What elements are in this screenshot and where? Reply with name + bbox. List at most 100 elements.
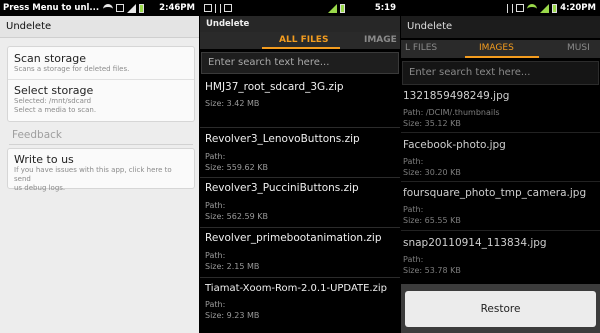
status-icons — [507, 0, 557, 16]
file-path: Path: — [403, 205, 424, 214]
battery-icon — [139, 3, 144, 13]
app-title-bar: Undelete — [200, 16, 400, 32]
file-name: Tiamat-Xoom-Rom-2.0.1-UPDATE.zip — [205, 283, 387, 294]
write-to-us-desc-2: us debug logs. — [14, 184, 66, 192]
file-size: Size: 35.12 KB — [403, 119, 461, 128]
file-path: Path: — [205, 251, 226, 260]
status-bar: 4:20PM — [401, 0, 600, 16]
divider — [200, 127, 400, 128]
file-size: Size: 3.42 MB — [205, 99, 260, 108]
file-name: snap20110914_113834.jpg — [403, 237, 547, 249]
write-to-us-title: Write to us — [14, 153, 74, 166]
select-storage-subtitle: Select a media to scan. — [14, 106, 97, 114]
file-name: foursquare_photo_tmp_camera.jpg — [403, 187, 587, 199]
tab-bar: ALL FILES IMAGE — [200, 32, 400, 49]
divider — [9, 144, 193, 145]
search-input[interactable]: Enter search text here... — [201, 52, 399, 74]
download-icon — [224, 4, 232, 12]
scan-storage-item[interactable]: Scan storage Scans a storage for deleted… — [14, 52, 190, 74]
divider — [401, 181, 600, 182]
divider — [401, 132, 600, 133]
file-size: Size: 30.20 KB — [403, 168, 461, 177]
write-to-us-item[interactable]: Write to us If you have issues with this… — [14, 153, 190, 193]
tab-all-files[interactable]: ALL FILES — [279, 35, 328, 45]
wifi-icon — [103, 4, 113, 12]
status-icons-left — [204, 0, 232, 16]
app-title: Undelete — [6, 21, 52, 32]
file-name: Revolver_primebootanimation.zip — [205, 232, 382, 244]
sdcard-icon — [116, 4, 124, 12]
clock: 4:20PM — [560, 3, 596, 13]
storage-card: Scan storage Scans a storage for deleted… — [7, 46, 195, 122]
list-item[interactable]: Tiamat-Xoom-Rom-2.0.1-UPDATE.zip Path: S… — [205, 283, 400, 321]
file-path: Path: — [403, 255, 424, 264]
restore-button[interactable]: Restore — [405, 291, 596, 327]
signal-icon — [328, 3, 337, 13]
feedback-header: Feedback — [12, 129, 63, 141]
select-storage-title: Select storage — [14, 84, 94, 97]
file-path: Path: /DCIM/.thumbnails — [403, 108, 500, 117]
status-bar: Press Menu to unl... 2:46PM — [0, 0, 199, 16]
search-placeholder: Enter search text here... — [409, 67, 531, 78]
list-item[interactable]: Revolver3_LenovoButtons.zip Path: Size: … — [205, 133, 400, 173]
file-size: Size: 559.62 KB — [205, 163, 268, 172]
search-input[interactable]: Enter search text here... — [402, 61, 599, 85]
file-path: Path: — [403, 157, 424, 166]
status-icons-right — [328, 0, 345, 16]
divider — [200, 277, 400, 278]
battery-icon — [552, 3, 557, 13]
signal-icon — [540, 3, 549, 13]
scan-storage-title: Scan storage — [14, 52, 87, 65]
file-name: Revolver3_LenovoButtons.zip — [205, 133, 360, 145]
file-name: Revolver3_PucciniButtons.zip — [205, 182, 359, 194]
divider — [200, 227, 400, 228]
file-size: Size: 65.55 KB — [403, 216, 461, 225]
write-to-us-desc-1: If you have issues with this app, click … — [14, 166, 172, 183]
file-size: Size: 562.59 KB — [205, 212, 268, 221]
selected-storage-path: Selected: /mnt/sdcard — [14, 97, 92, 105]
sdcard-icon — [516, 4, 524, 12]
usb-icon — [215, 3, 221, 13]
divider — [200, 177, 400, 178]
app-title-bar: Undelete — [0, 16, 199, 38]
file-name: Facebook-photo.jpg — [403, 139, 506, 151]
file-path: Path: — [205, 300, 226, 309]
restore-bar: Restore — [401, 284, 600, 333]
list-item[interactable]: HMJ37_root_sdcard_3G.zip Size: 3.42 MB — [205, 81, 400, 109]
list-item[interactable]: Revolver3_PucciniButtons.zip Path: Size:… — [205, 182, 400, 222]
divider — [401, 230, 600, 231]
list-item[interactable]: Revolver_primebootanimation.zip Path: Si… — [205, 232, 400, 272]
tab-music[interactable]: MUSI — [567, 43, 590, 53]
status-bar: 5:19 — [200, 0, 400, 16]
tab-images[interactable]: IMAGE — [364, 35, 397, 45]
scan-storage-subtitle: Scans a storage for deleted files. — [14, 65, 130, 73]
divider — [8, 79, 194, 80]
list-item[interactable]: snap20110914_113834.jpg Path: Size: 53.7… — [403, 237, 600, 276]
list-item[interactable]: 1321859498249.jpg Path: /DCIM/.thumbnail… — [403, 90, 600, 129]
search-placeholder: Enter search text here... — [208, 57, 330, 68]
tab-bar: L FILES IMAGES MUSI — [401, 40, 600, 58]
battery-icon — [340, 3, 345, 13]
active-tab-indicator — [465, 56, 539, 58]
app-title: Undelete — [206, 19, 250, 29]
signal-icon — [127, 3, 136, 13]
feedback-card: Write to us If you have issues with this… — [7, 148, 195, 192]
file-path: Path: — [205, 152, 226, 161]
usb-icon — [507, 3, 513, 13]
tab-images[interactable]: IMAGES — [479, 43, 514, 53]
app-title: Undelete — [407, 21, 453, 32]
clock: 5:19 — [374, 3, 396, 13]
list-item[interactable]: foursquare_photo_tmp_camera.jpg Path: Si… — [403, 187, 600, 226]
file-size: Size: 2.15 MB — [205, 262, 260, 271]
tab-all-files[interactable]: L FILES — [405, 43, 437, 53]
screen-all-files: 5:19 Undelete ALL FILES IMAGE Enter sear… — [200, 0, 400, 333]
list-item[interactable]: Facebook-photo.jpg Path: Size: 30.20 KB — [403, 139, 600, 178]
wifi-icon — [527, 4, 537, 12]
screen-images: 4:20PM Undelete L FILES IMAGES MUSI Ente… — [401, 0, 600, 333]
file-size: Size: 9.23 MB — [205, 311, 260, 320]
select-storage-item[interactable]: Select storage Selected: /mnt/sdcard Sel… — [14, 84, 190, 115]
file-name: HMJ37_root_sdcard_3G.zip — [205, 81, 344, 93]
active-tab-indicator — [262, 47, 340, 49]
file-path: Path: — [205, 201, 226, 210]
file-name: 1321859498249.jpg — [403, 90, 510, 102]
